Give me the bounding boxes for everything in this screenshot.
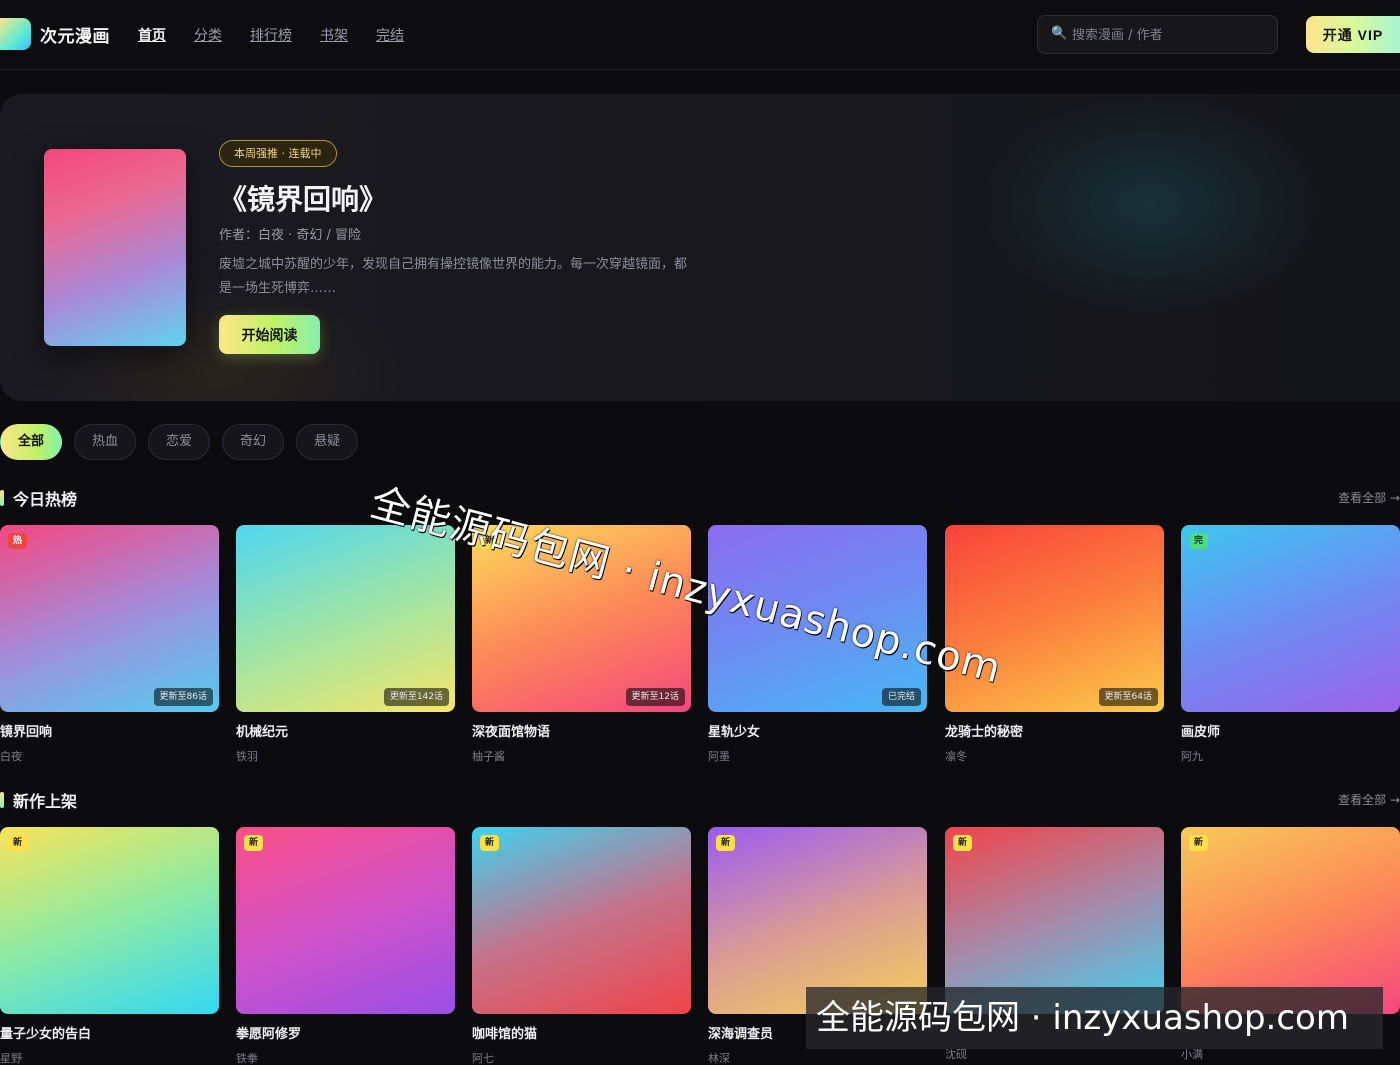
comic-card[interactable]: 新咖啡馆的猫阿七 — [472, 827, 691, 1065]
comic-title[interactable]: 龙骑士的秘密 — [945, 721, 1164, 740]
nav-item-categories[interactable]: 分类 — [194, 25, 222, 45]
genre-filter-chips: 全部 热血 恋爱 奇幻 悬疑 — [0, 424, 370, 460]
comic-title[interactable]: 画皮师 — [1181, 721, 1400, 740]
hero-title[interactable]: 《镜界回响》 — [219, 178, 387, 218]
comic-cover[interactable]: 新 — [945, 827, 1164, 1014]
nav-item-rankings[interactable]: 排行榜 — [250, 25, 292, 45]
chip-mystery[interactable]: 悬疑 — [296, 424, 359, 460]
comic-author: 白夜 — [0, 750, 22, 763]
comic-tag-badge: 新 — [480, 835, 500, 851]
search-input[interactable] — [1072, 24, 1267, 46]
comic-title[interactable]: 深夜面馆物语 — [472, 721, 691, 740]
comic-author: 凛冬 — [945, 750, 967, 763]
chip-all[interactable]: 全部 — [0, 424, 63, 460]
comic-cover[interactable]: 新 — [708, 827, 927, 1014]
comic-title[interactable]: 星轨少女 — [708, 721, 927, 740]
comic-card[interactable]: 完画皮师阿九 — [1181, 525, 1400, 764]
view-all-link[interactable]: 查看全部 → — [1338, 791, 1400, 808]
comic-author: 林深 — [708, 1052, 730, 1065]
update-status-badge: 更新至142话 — [383, 688, 449, 706]
section-hot-today-header: 今日热榜 查看全部 → — [0, 486, 1400, 510]
bottom-watermark-bar: 全能源码包网 · inzyxuashop.com — [806, 987, 1383, 1049]
search-box[interactable]: 🔍 — [1037, 15, 1278, 54]
section-title: 新作上架 — [13, 792, 78, 811]
comic-title[interactable]: 咖啡馆的猫 — [472, 1023, 691, 1042]
section-accent-bar — [0, 792, 4, 808]
site-logo-text[interactable]: 次元漫画 — [40, 22, 110, 47]
comic-tag-badge: 新 — [716, 835, 736, 851]
comic-author: 阿墨 — [708, 750, 730, 763]
top-header: 次元漫画 首页 分类 排行榜 书架 完结 🔍 开通 VIP — [0, 0, 1400, 70]
hero-banner: 本周强推 · 连载中 《镜界回响》 作者：白夜 · 奇幻 / 冒险 废墟之城中苏… — [0, 94, 1400, 401]
section-title: 今日热榜 — [13, 490, 78, 509]
comic-author: 铁羽 — [236, 750, 258, 763]
update-status-badge: 更新至86话 — [153, 688, 213, 706]
comic-title[interactable]: 镜界回响 — [0, 721, 219, 740]
comic-tag-badge: 新 — [244, 835, 264, 851]
comic-card[interactable]: 更新至142话机械纪元铁羽 — [236, 525, 455, 764]
comic-title[interactable]: 拳愿阿修罗 — [236, 1023, 455, 1042]
nav-item-home[interactable]: 首页 — [138, 25, 166, 45]
comic-author: 阿七 — [472, 1052, 494, 1065]
vip-button[interactable]: 开通 VIP — [1306, 16, 1400, 53]
comic-card[interactable]: 热更新至86话镜界回响白夜 — [0, 525, 219, 764]
hero-meta: 作者：白夜 · 奇幻 / 冒险 — [219, 228, 362, 243]
comic-cover[interactable]: 更新至142话 — [236, 525, 455, 712]
comic-author: 柚子酱 — [472, 750, 505, 763]
chip-fantasy[interactable]: 奇幻 — [222, 424, 285, 460]
update-status-badge: 已完结 — [881, 688, 921, 706]
comic-tag-badge: 新 — [1189, 835, 1209, 851]
comic-cover[interactable]: 新 — [472, 827, 691, 1014]
chip-hot-blood[interactable]: 热血 — [74, 424, 137, 460]
comic-cover[interactable]: 完 — [1181, 525, 1400, 712]
comic-tag-badge: 新 — [953, 835, 973, 851]
comic-tag-badge: 热 — [8, 533, 28, 549]
section-new-arrivals-header: 新作上架 查看全部 → — [0, 788, 1400, 812]
comic-cover[interactable]: 新 — [1181, 827, 1400, 1014]
main-nav: 首页 分类 排行榜 书架 完结 — [138, 25, 432, 45]
comic-title[interactable]: 量子少女的告白 — [0, 1023, 219, 1042]
comic-tag-badge: 完 — [1189, 533, 1209, 549]
start-reading-button[interactable]: 开始阅读 — [219, 315, 320, 354]
update-status-badge: 更新至64话 — [1098, 688, 1158, 706]
comic-tag-badge: 新 — [8, 835, 28, 851]
comic-cover[interactable]: 热更新至86话 — [0, 525, 219, 712]
nav-item-bookshelf[interactable]: 书架 — [320, 25, 348, 45]
nav-item-completed[interactable]: 完结 — [376, 25, 404, 45]
comic-cover[interactable]: 新 — [0, 827, 219, 1014]
comic-title[interactable]: 机械纪元 — [236, 721, 455, 740]
comic-author: 星野 — [0, 1052, 22, 1065]
chip-romance[interactable]: 恋爱 — [148, 424, 211, 460]
logo-icon[interactable] — [0, 18, 31, 50]
section-accent-bar — [0, 490, 4, 506]
comic-card[interactable]: 新拳愿阿修罗铁拳 — [236, 827, 455, 1065]
comic-card[interactable]: 新量子少女的告白星野 — [0, 827, 219, 1065]
hero-badge: 本周强推 · 连载中 — [219, 140, 337, 167]
view-all-link[interactable]: 查看全部 → — [1338, 489, 1400, 506]
hero-cover-image[interactable] — [44, 149, 186, 346]
search-icon: 🔍 — [1051, 26, 1068, 41]
comic-author: 阿九 — [1181, 750, 1203, 763]
comic-author: 铁拳 — [236, 1052, 258, 1065]
comic-cover[interactable]: 新 — [236, 827, 455, 1014]
update-status-badge: 更新至12话 — [625, 688, 685, 706]
hero-description: 废墟之城中苏醒的少年，发现自己拥有操控镜像世界的能力。每一次穿越镜面，都是一场生… — [219, 257, 688, 296]
